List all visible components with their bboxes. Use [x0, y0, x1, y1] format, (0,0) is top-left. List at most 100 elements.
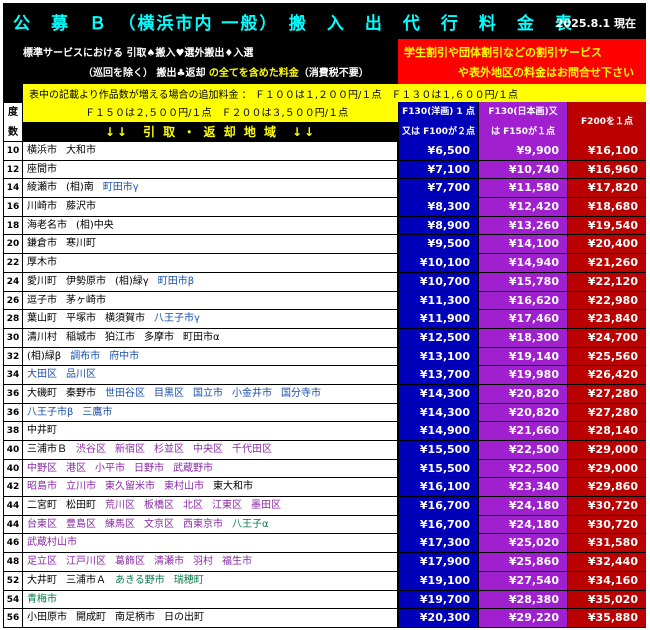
price-f130-western: ¥15,500 [398, 441, 478, 460]
table-row: 36 大磯町 秦野市 世田谷区 目黒区 国立市 小金井市 国分寺市 ¥14,300 ¥20,820… [3, 384, 646, 404]
price-f200: ¥16,960 [567, 160, 646, 180]
area-name: 台東区 [27, 518, 57, 530]
area-name: 八王子α [232, 518, 269, 530]
price-f130-western: ¥16,100 [398, 478, 478, 498]
price-f130-japanese: ¥22,500 [478, 441, 567, 460]
area-name: (相)緑γ [115, 275, 149, 287]
area-name: あきる野市 [115, 574, 165, 586]
table-row: 18 海老名市 (相)中央 ¥8,900 ¥13,260 ¥19,540 [3, 216, 646, 236]
table-row: 32 (相)緑β 調布市 府中市 ¥13,100 ¥19,140 ¥25,560 [3, 347, 646, 367]
row-degree: 20 [3, 235, 23, 255]
area-name: 寒川町 [66, 238, 96, 250]
price-f130-western: ¥11,900 [398, 310, 478, 329]
price-f130-japanese: ¥11,580 [478, 179, 567, 199]
row-degree: 30 [3, 328, 23, 348]
price-f130-japanese: ¥27,540 [478, 571, 567, 591]
row-areas: 海老名市 (相)中央 [23, 216, 398, 236]
area-name: 綾瀬市 [27, 182, 57, 194]
area-name: 町田市α [183, 331, 220, 343]
row-areas: 三浦市Ｂ 渋谷区 新宿区 杉並区 中央区 千代田区 [23, 441, 398, 460]
table-row: 26 逗子市 茅ヶ崎市 ¥11,300 ¥16,620 ¥22,980 [3, 291, 646, 311]
price-f130-western: ¥17,300 [398, 534, 478, 554]
row-degree: 38 [3, 422, 23, 441]
area-name: 平塚市 [66, 313, 96, 325]
area-name: 東村山市 [164, 481, 204, 493]
price-f130-western: ¥19,700 [398, 590, 478, 610]
row-areas: 二宮町 松田町 荒川区 板橋区 北区 江東区 墨田区 [23, 497, 398, 516]
row-degree: 56 [3, 609, 23, 628]
area-name: 品川区 [66, 369, 96, 381]
price-f200: ¥31,580 [567, 534, 646, 554]
service-line-1-items: 引取♠搬入♥選外搬出♦入選 [126, 48, 254, 59]
price-f130-western: ¥16,700 [398, 497, 478, 516]
price-f130-western: ¥8,900 [398, 216, 478, 236]
price-f200: ¥28,140 [567, 422, 646, 441]
price-f130-japanese: ¥18,300 [478, 328, 567, 348]
table-row: 16 川崎市 藤沢市 ¥8,300 ¥12,420 ¥18,680 [3, 198, 646, 217]
col3-header: F200を１点 [567, 102, 646, 142]
discount-line-1: 学生割引や団体割引などの割引サービス [404, 46, 602, 59]
area-name: 二宮町 [27, 500, 57, 512]
degree-header-top: 度 [8, 107, 18, 118]
area-name: 武蔵野市 [173, 462, 213, 474]
row-degree: 22 [3, 254, 23, 273]
price-f130-japanese: ¥25,020 [478, 534, 567, 554]
area-name: 座間市 [27, 163, 57, 175]
price-f130-western: ¥13,700 [398, 366, 478, 385]
area-name: 狛江市 [105, 331, 135, 343]
row-areas: 横浜市 大和市 [23, 142, 398, 161]
table-row: 10 横浜市 大和市 ¥6,500 ¥9,900 ¥16,100 [3, 142, 646, 161]
row-degree: 42 [3, 478, 23, 498]
price-f130-western: ¥17,900 [398, 553, 478, 572]
col2-header-bottom: は F150が１点 [490, 127, 556, 137]
row-areas: 昭島市 立川市 東久留米市 東村山市 東大和市 [23, 478, 398, 498]
row-degree: 54 [3, 590, 23, 610]
table-row: 24 愛川町 伊勢原市 (相)緑γ 町田市β ¥10,700 ¥15,780 ¥22,120 [3, 272, 646, 292]
col2-header-top: F130(日本画)又 [488, 107, 558, 117]
area-name: (相)南 [66, 182, 94, 194]
table-row: 36 八王子市β 三鷹市 ¥14,300 ¥20,820 ¥27,280 [3, 403, 646, 423]
price-f130-japanese: ¥17,460 [478, 310, 567, 329]
price-f130-japanese: ¥14,940 [478, 254, 567, 273]
price-f130-japanese: ¥20,820 [478, 403, 567, 423]
price-f130-western: ¥14,300 [398, 384, 478, 404]
area-name: 北区 [183, 500, 203, 512]
row-areas: 綾瀬市 (相)南 町田市γ [23, 179, 398, 199]
table-row: 12 座間市 ¥7,100 ¥10,740 ¥16,960 [3, 160, 646, 180]
table-row: 34 大田区 品川区 ¥13,700 ¥19,980 ¥26,420 [3, 366, 646, 385]
service-line-1: 標準サービスにおける 引取♠搬入♥選外搬出♦入選 [23, 44, 253, 59]
area-name: 日野市 [134, 462, 164, 474]
row-areas: 逗子市 茅ヶ崎市 [23, 291, 398, 311]
row-areas: 愛川町 伊勢原市 (相)緑γ 町田市β [23, 272, 398, 292]
price-f130-japanese: ¥10,740 [478, 160, 567, 180]
row-areas: 足立区 江戸川区 葛飾区 清瀬市 羽村 福生市 [23, 553, 398, 572]
title-banner: 公 募 Ｂ （横浜市内 一般） 搬 入 出 代 行 料 金 表 2025.8.1… [3, 3, 646, 39]
area-name: 墨田区 [251, 500, 281, 512]
price-f200: ¥27,280 [567, 403, 646, 423]
area-name: 清瀬市 [154, 556, 184, 568]
area-name: 杉並区 [154, 444, 184, 455]
row-degree: 46 [3, 534, 23, 554]
row-degree: 10 [3, 142, 23, 161]
row-degree: 44 [3, 497, 23, 516]
col2-header: F130(日本画)又 は F150が１点 [478, 102, 567, 142]
price-f130-japanese: ¥20,820 [478, 384, 567, 404]
area-name: 昭島市 [27, 481, 57, 493]
price-f130-western: ¥7,700 [398, 179, 478, 199]
row-areas: 川崎市 藤沢市 [23, 198, 398, 217]
price-f200: ¥29,000 [567, 441, 646, 460]
area-name: 立川市 [66, 481, 96, 493]
area-name: 八王子市β [27, 406, 74, 418]
degree-header-bottom: 数 [8, 127, 18, 138]
area-name: 豊島区 [66, 518, 96, 530]
area-name: 八王子市γ [154, 313, 200, 325]
area-name: 愛川町 [27, 275, 57, 287]
area-name: 三浦市Ｂ [27, 444, 67, 455]
area-header: ↓↓ 引 取 ・ 返 却 地 域 ↓↓ [23, 122, 398, 142]
table-row: 52 大井町 三浦市Ａ あきる野市 瑞穂町 ¥19,100 ¥27,540 ¥34,160 [3, 571, 646, 591]
table-row: 42 昭島市 立川市 東久留米市 東村山市 東大和市 ¥16,100 ¥23,340 ¥29,8… [3, 478, 646, 498]
area-name: 国分寺市 [281, 387, 321, 399]
effective-date: 2025.8.1 現在 [555, 17, 636, 30]
area-name: 厚木市 [27, 257, 57, 269]
price-f130-japanese: ¥24,180 [478, 497, 567, 516]
